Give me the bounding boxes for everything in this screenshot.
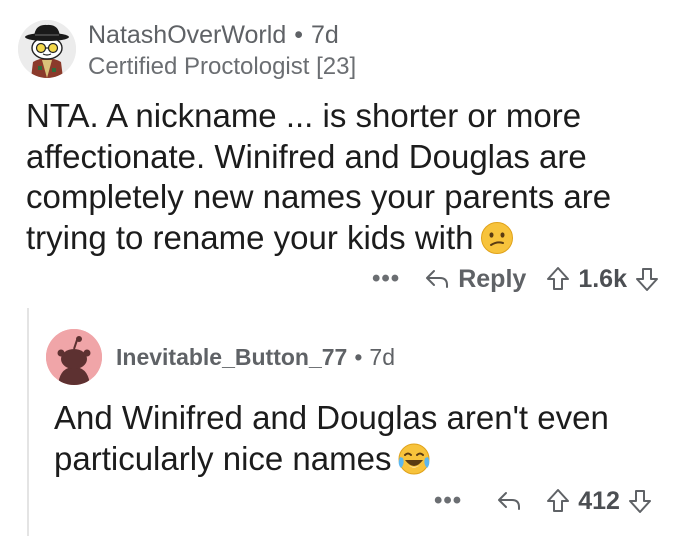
user-flair: Certified Proctologist [23] (88, 53, 357, 80)
comment-thread: NatashOverWorld • 7d Certified Proctologis… (0, 0, 700, 536)
reply-age: 7d (369, 344, 395, 370)
more-options-button[interactable]: ••• (434, 487, 462, 515)
comment-age: 7d (310, 21, 339, 49)
reply-actions: ••• 412 (434, 484, 652, 518)
meta-separator: • (354, 344, 363, 370)
reply-text: And Winifred and Douglas aren't even par… (54, 399, 609, 477)
reply-body: And Winifred and Douglas aren't even par… (54, 398, 674, 479)
vote-score: 412 (578, 486, 620, 515)
reply-user-avatar[interactable] (46, 329, 102, 385)
downvote-arrow-icon[interactable] (628, 488, 652, 514)
reply-label: Reply (458, 264, 527, 293)
reply-button[interactable] (496, 490, 522, 512)
reply-arrow-icon (426, 270, 449, 288)
meta-separator: • (294, 21, 303, 49)
vote-score: 1.6k (578, 264, 627, 293)
comment-actions: ••• Reply 1.6k (372, 262, 659, 296)
reply-arrow-icon (498, 492, 521, 510)
downvote-arrow-icon[interactable] (635, 266, 659, 292)
thread-line[interactable] (27, 308, 29, 536)
comment-meta: NatashOverWorld • 7d (88, 19, 339, 51)
user-avatar[interactable] (18, 20, 76, 78)
reply-author[interactable]: Inevitable_Button_77 (116, 344, 347, 370)
reply-button[interactable]: Reply (424, 265, 526, 294)
upvote-arrow-icon[interactable] (546, 266, 570, 292)
comment-body: NTA. A nickname ... is shorter or more a… (26, 96, 686, 258)
vote-controls: 412 (546, 487, 652, 516)
tears-of-joy-emoji-icon (398, 443, 430, 474)
more-options-button[interactable]: ••• (372, 265, 400, 293)
confused-face-emoji-icon (480, 221, 513, 254)
upvote-arrow-icon[interactable] (546, 488, 570, 514)
comment-text: NTA. A nickname ... is shorter or more a… (26, 97, 612, 256)
snoo-avatar-icon (18, 20, 76, 78)
reply-meta: Inevitable_Button_77 • 7d (116, 342, 395, 372)
comment-author[interactable]: NatashOverWorld (88, 21, 286, 49)
vote-controls: 1.6k (546, 265, 659, 294)
default-snoo-avatar-icon (46, 329, 102, 385)
